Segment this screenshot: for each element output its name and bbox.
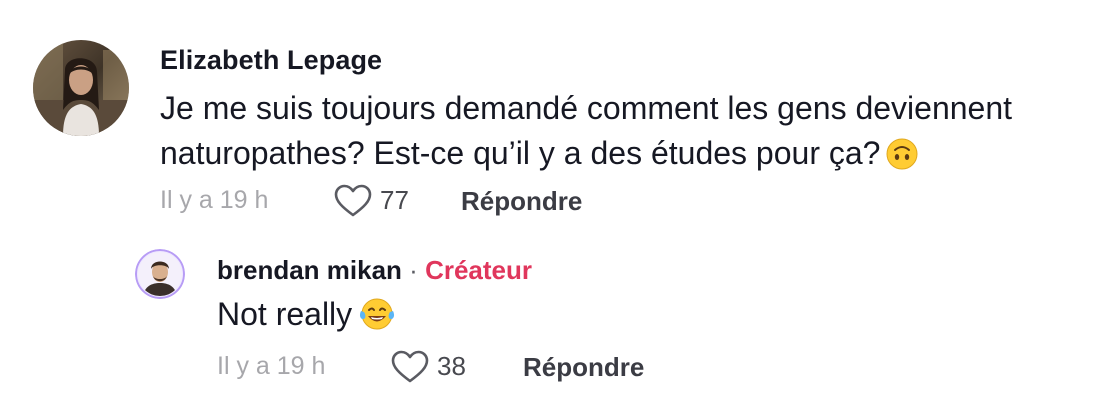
reply-timestamp: Il y a 19 h <box>217 352 326 380</box>
upside-down-face-emoji <box>886 137 918 182</box>
reply-body: Not really <box>217 296 353 332</box>
reply-author[interactable]: brendan mikan <box>217 255 402 285</box>
face-with-tears-of-joy-emoji <box>358 297 396 340</box>
reply-text: Not really <box>217 294 396 340</box>
avatar[interactable] <box>135 249 185 299</box>
comment-author[interactable]: Elizabeth Lepage <box>160 45 382 76</box>
like-count: 38 <box>437 351 466 381</box>
comment-body: Je me suis toujours demandé comment les … <box>160 90 1013 171</box>
like-count: 77 <box>380 185 409 215</box>
reply-button[interactable]: Répondre <box>461 186 582 217</box>
creator-badge: Créateur <box>425 255 533 285</box>
heart-icon <box>391 350 429 383</box>
comment-text: Je me suis toujours demandé comment les … <box>160 86 1080 182</box>
reply-author-line: brendan mikan · Créateur <box>217 255 532 286</box>
comment-timestamp: Il y a 19 h <box>160 186 269 214</box>
avatar-photo <box>33 40 129 136</box>
heart-icon <box>334 184 372 217</box>
reply-button[interactable]: Répondre <box>523 352 644 383</box>
separator-dot: · <box>409 255 418 285</box>
avatar[interactable] <box>33 40 129 136</box>
avatar-photo <box>135 249 185 299</box>
